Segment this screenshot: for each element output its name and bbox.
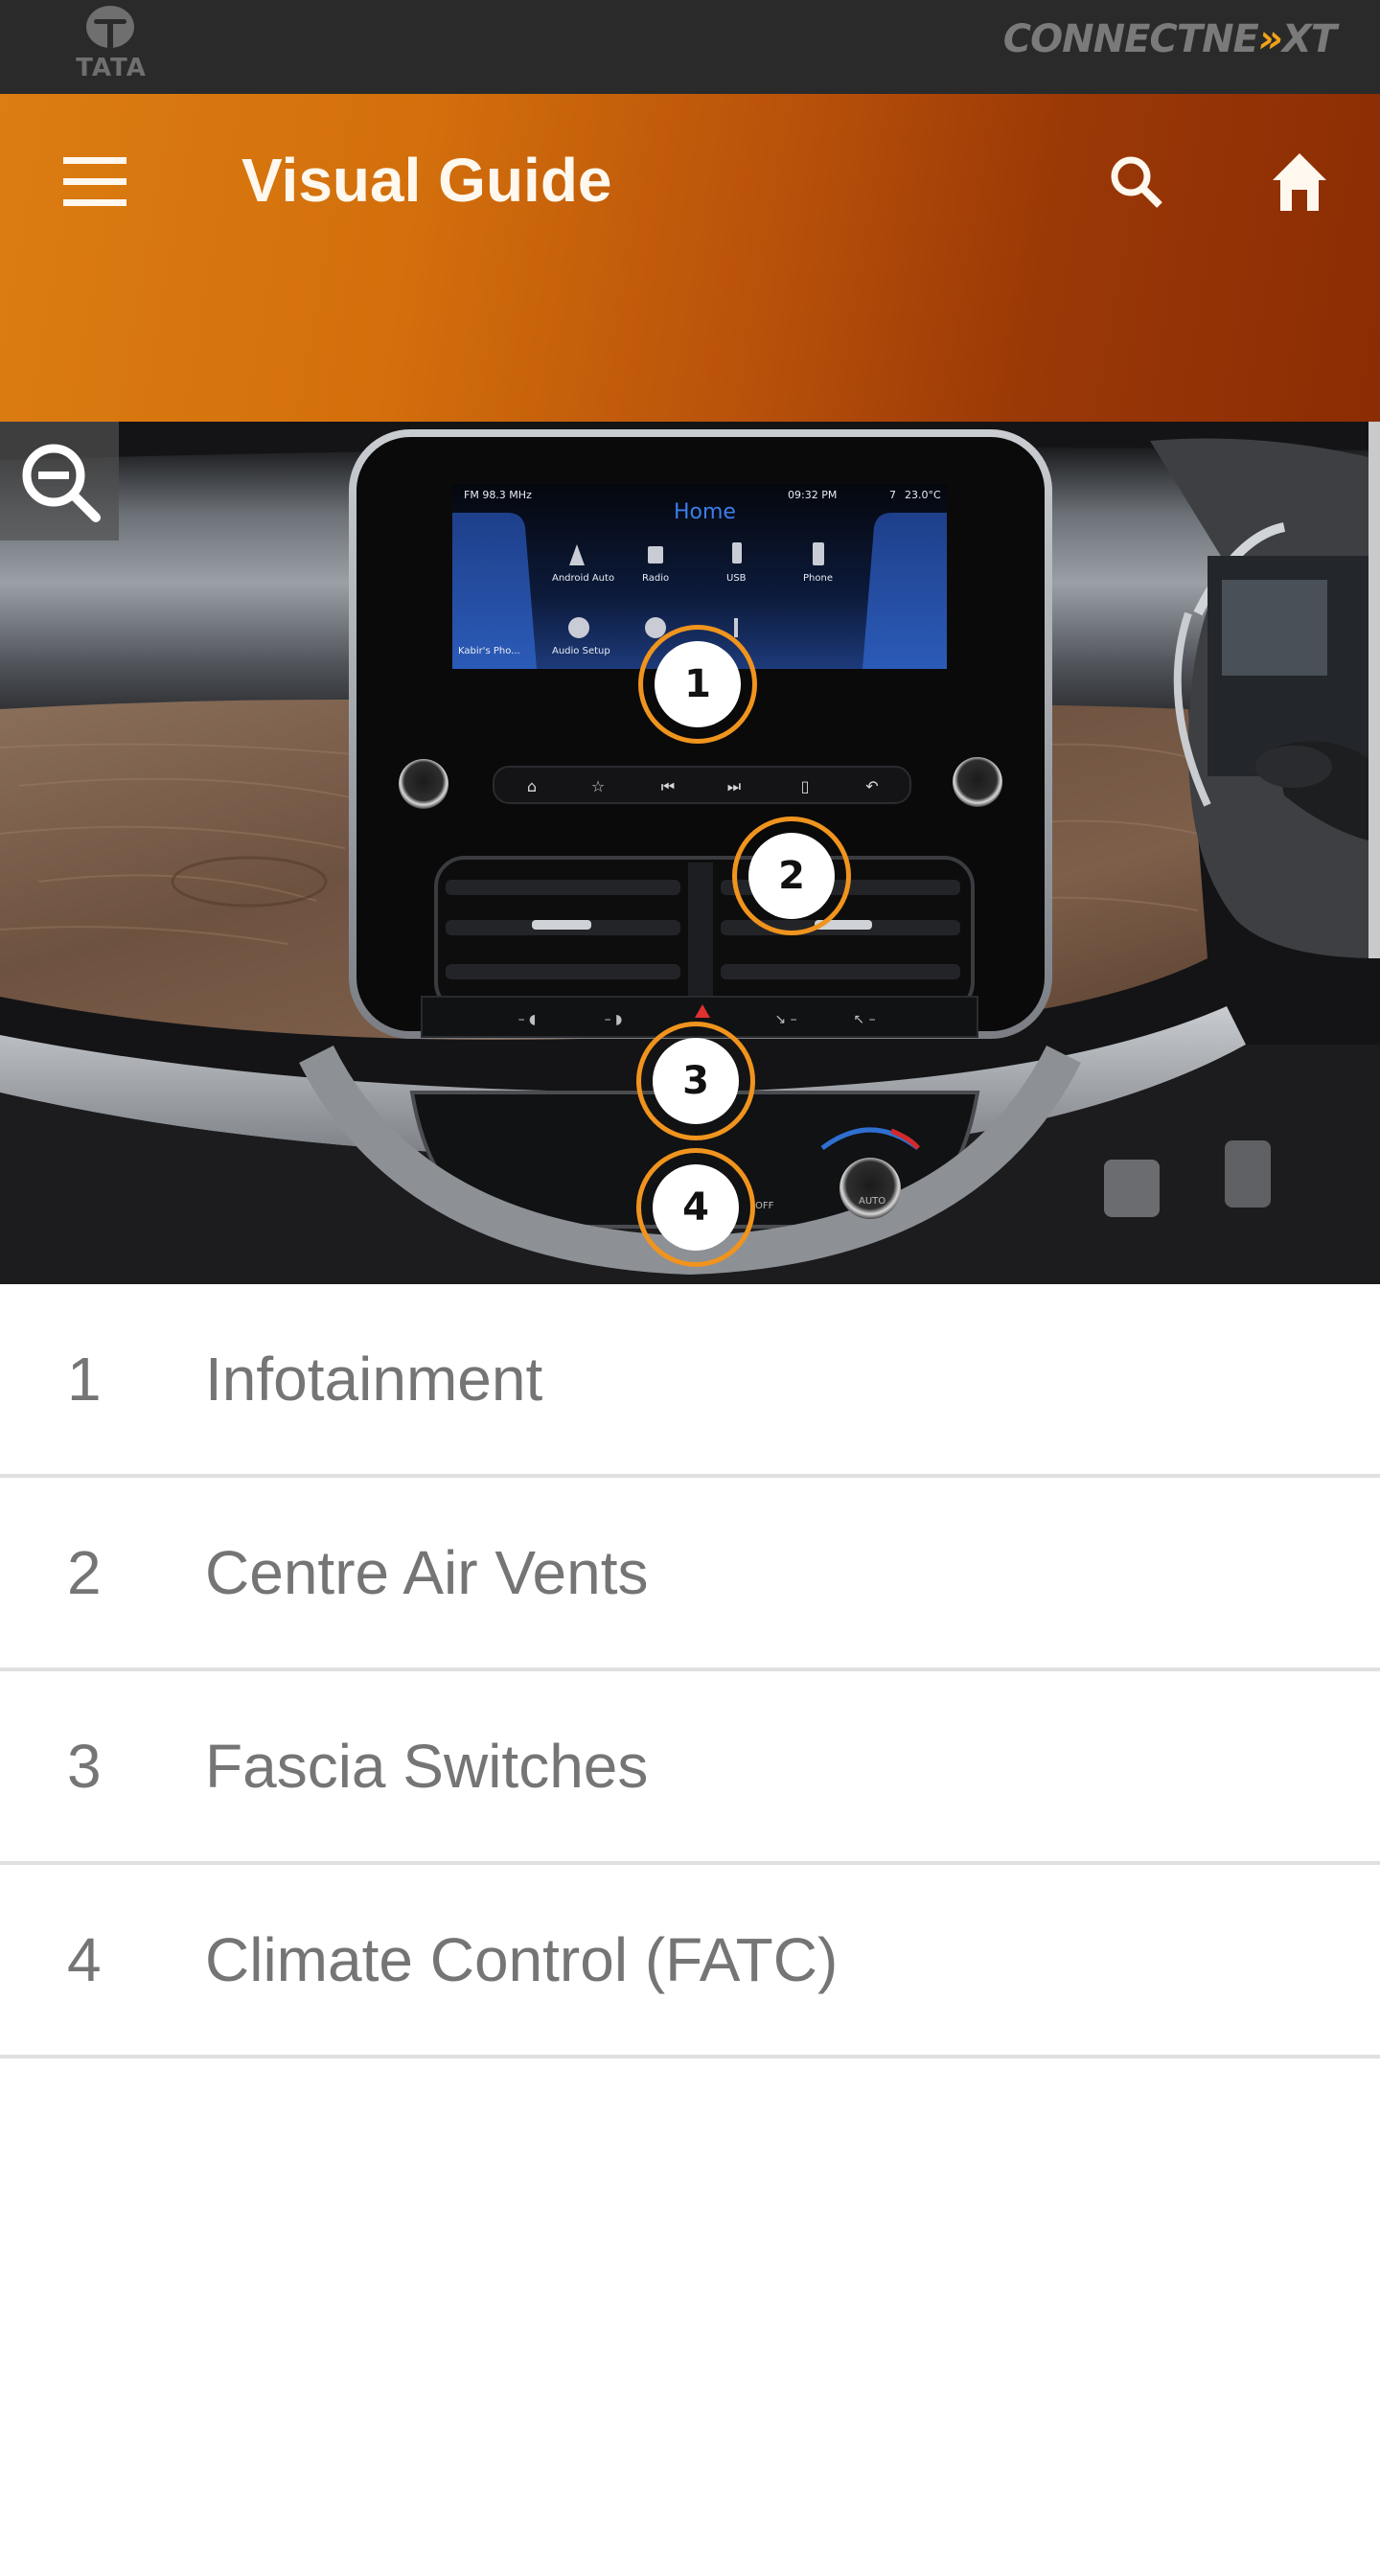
zoom-out-icon — [22, 444, 101, 522]
tata-logo: TATA — [67, 6, 153, 82]
svg-text:▯: ▯ — [801, 777, 810, 795]
screen-app-android-auto: Android Auto — [552, 573, 615, 584]
climate-auto-label: AUTO — [859, 1196, 886, 1207]
hotspot-fascia-switches[interactable]: 3 — [636, 1022, 755, 1140]
zoom-out-button[interactable] — [0, 422, 119, 540]
hotspot-centre-air-vents[interactable]: 2 — [732, 816, 851, 935]
cockpit-image[interactable]: ⌂ ☆ ⏮ ⏭ ▯ ↶ – ◖ – ◗ ↘ – ↖ – FM 98.3 MHz … — [0, 422, 1380, 1284]
connectnext-logo: CONNECTNE»XT — [1002, 17, 1337, 61]
screen-temperature: 23.0°C — [905, 489, 941, 501]
svg-text:↶: ↶ — [865, 777, 878, 795]
svg-text:⌂: ⌂ — [527, 777, 537, 795]
list-item-infotainment[interactable]: 1 Infotainment — [0, 1284, 1380, 1478]
list-item-label: Centre Air Vents — [205, 1538, 649, 1607]
svg-text:↖ –: ↖ – — [853, 1012, 875, 1027]
home-icon — [1273, 153, 1326, 211]
screen-device-name: Kabir's Pho... — [458, 646, 520, 656]
screen-app-phone: Phone — [803, 573, 833, 584]
screen-clock: 09:32 PM — [788, 489, 838, 501]
tata-wordmark: TATA — [76, 54, 147, 82]
hotspot-number: 4 — [653, 1164, 739, 1251]
hotspot-number: 3 — [653, 1038, 739, 1124]
list-item-centre-air-vents[interactable]: 2 Centre Air Vents — [0, 1478, 1380, 1671]
search-icon — [1111, 156, 1162, 208]
app-toolbar: Visual Guide COCKPIT INFOTAINMENT STOWAG… — [0, 94, 1380, 516]
connectnext-logo-prefix: CONNECTNE — [1002, 17, 1259, 61]
screen-app-audio-setup: Audio Setup — [552, 646, 610, 656]
connectnext-logo-accent: » — [1257, 17, 1283, 61]
list-item-number: 4 — [67, 1925, 102, 1994]
svg-text:⏭: ⏭ — [727, 777, 741, 795]
search-button[interactable] — [1092, 140, 1181, 228]
feature-list: 1 Infotainment 2 Centre Air Vents 3 Fasc… — [0, 1284, 1380, 2058]
menu-button[interactable] — [48, 136, 140, 228]
screen-radio-station: FM 98.3 MHz — [464, 489, 532, 501]
climate-off-label: OFF — [755, 1201, 774, 1211]
list-item-number: 3 — [67, 1732, 102, 1801]
list-item-climate-control[interactable]: 4 Climate Control (FATC) — [0, 1865, 1380, 2058]
page-title: Visual Guide — [242, 146, 612, 215]
home-button[interactable] — [1255, 140, 1344, 228]
hotspot-climate-control[interactable]: 4 — [636, 1148, 755, 1267]
list-item-number: 1 — [67, 1345, 102, 1414]
svg-text:– ◖: – ◖ — [518, 1012, 537, 1027]
list-item-label: Climate Control (FATC) — [205, 1925, 839, 1994]
list-item-label: Fascia Switches — [205, 1732, 649, 1801]
svg-text:↘ –: ↘ – — [774, 1012, 796, 1027]
svg-text:☆: ☆ — [591, 777, 605, 795]
screen-app-usb: USB — [726, 573, 747, 584]
tata-emblem-icon — [86, 6, 134, 48]
hotspot-infotainment[interactable]: 1 — [638, 625, 757, 744]
list-item-number: 2 — [67, 1538, 102, 1607]
screen-app-radio: Radio — [642, 573, 670, 584]
screen-fan-speed: 7 — [889, 489, 896, 501]
svg-text:⏮: ⏮ — [661, 777, 675, 795]
hotspot-number: 2 — [748, 833, 835, 919]
hotspot-number: 1 — [655, 641, 741, 727]
svg-text:– ◗: – ◗ — [605, 1012, 623, 1027]
list-item-label: Infotainment — [205, 1345, 543, 1414]
connectnext-logo-suffix: XT — [1281, 17, 1337, 61]
list-item-fascia-switches[interactable]: 3 Fascia Switches — [0, 1671, 1380, 1865]
brand-bar: TATA CONNECTNE»XT — [0, 0, 1380, 94]
screen-home-heading: Home — [674, 500, 736, 524]
